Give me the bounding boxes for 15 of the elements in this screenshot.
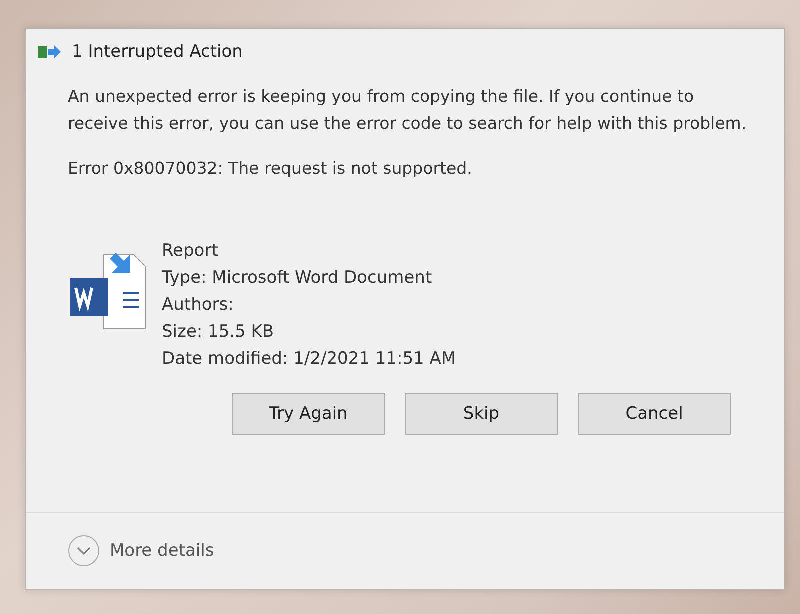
chevron-circle-icon[interactable] (68, 535, 100, 567)
file-detail: Size: 15.5 KB (162, 321, 276, 344)
window-title: 1 Interrupted Action (72, 42, 243, 62)
file-detail: Authors: (162, 294, 235, 317)
file-detail: Type: Microsoft Word Document (162, 267, 434, 290)
dialog-button[interactable]: Cancel (578, 393, 731, 435)
file-name: Report (162, 240, 220, 263)
more-details-link[interactable]: More details (110, 541, 214, 561)
dialog-button[interactable]: Try Again (232, 393, 385, 435)
dialog-button[interactable]: Skip (405, 393, 558, 435)
file-detail: Date modified: 1/2/2021 11:51 AM (162, 348, 456, 371)
error-code: Error 0x80070032: The request is not supported. (68, 159, 474, 178)
copy-arrow-icon (38, 44, 62, 60)
word-document-icon (68, 252, 148, 332)
error-message: An unexpected error is keeping you from copying the file. If you continue to receive this error, you can use the error code to search for help with this problem. (68, 86, 748, 135)
